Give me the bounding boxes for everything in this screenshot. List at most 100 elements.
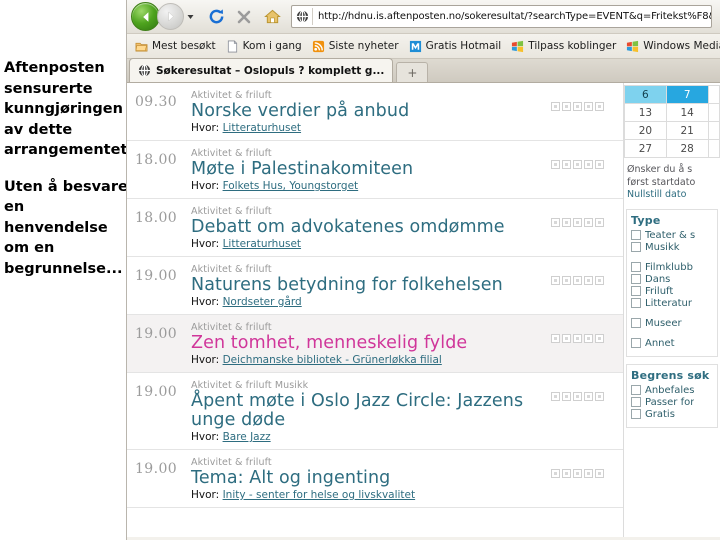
bookmark-windows-media[interactable]: Windows Media bbox=[621, 36, 720, 56]
venue-link[interactable]: Litteraturhuset bbox=[223, 122, 301, 134]
rating-box[interactable] bbox=[584, 102, 593, 111]
rating-box[interactable] bbox=[573, 218, 582, 227]
rating-box[interactable] bbox=[562, 160, 571, 169]
calendar-day[interactable] bbox=[707, 139, 720, 158]
rating-box[interactable] bbox=[562, 469, 571, 478]
checkbox-icon[interactable] bbox=[631, 397, 641, 407]
rating-box[interactable] bbox=[551, 334, 560, 343]
event-row[interactable]: 09.30 Aktivitet & friluft Norske verdier… bbox=[127, 83, 623, 141]
event-rating[interactable] bbox=[551, 264, 623, 285]
venue-link[interactable]: Nordseter gård bbox=[223, 296, 302, 308]
venue-link[interactable]: Bare Jazz bbox=[223, 431, 271, 443]
checkbox-icon[interactable] bbox=[631, 230, 641, 240]
event-rating[interactable] bbox=[551, 457, 623, 478]
event-title[interactable]: Norske verdier på anbud bbox=[191, 102, 545, 121]
calendar-day[interactable]: 28 bbox=[665, 139, 709, 158]
rating-box[interactable] bbox=[584, 160, 593, 169]
rating-box[interactable] bbox=[573, 392, 582, 401]
calendar-day[interactable]: 27 bbox=[624, 139, 667, 158]
checkbox-icon[interactable] bbox=[631, 242, 641, 252]
bookmark-kom-i-gang[interactable]: Kom i gang bbox=[221, 36, 307, 56]
rating-box[interactable] bbox=[551, 218, 560, 227]
home-button[interactable] bbox=[258, 3, 286, 31]
calendar-day[interactable]: 14 bbox=[665, 103, 709, 122]
checkbox-icon[interactable] bbox=[631, 385, 641, 395]
event-row-highlighted[interactable]: 19.00 Aktivitet & friluft Zen tomhet, me… bbox=[127, 315, 623, 373]
filter-checkbox-litteratur[interactable]: Litteratur bbox=[631, 298, 713, 309]
calendar-day[interactable]: 21 bbox=[665, 121, 709, 140]
rating-box[interactable] bbox=[584, 218, 593, 227]
filter-checkbox-anbefales[interactable]: Anbefales bbox=[631, 385, 713, 396]
forward-button[interactable] bbox=[157, 3, 184, 30]
history-dropdown-button[interactable] bbox=[184, 12, 197, 21]
rating-box[interactable] bbox=[551, 160, 560, 169]
rating-box[interactable] bbox=[584, 392, 593, 401]
rating-box[interactable] bbox=[595, 160, 604, 169]
event-title[interactable]: Debatt om advokatenes omdømme bbox=[191, 218, 545, 237]
checkbox-icon[interactable] bbox=[631, 274, 641, 284]
back-button[interactable] bbox=[131, 2, 160, 31]
event-title[interactable]: Naturens betydning for folkehelsen bbox=[191, 276, 545, 295]
calendar-day-selected[interactable]: 7 bbox=[665, 85, 709, 104]
venue-link[interactable]: Deichmanske bibliotek - Grünerløkka fili… bbox=[223, 354, 442, 366]
filter-checkbox-friluft[interactable]: Friluft bbox=[631, 286, 713, 297]
rating-box[interactable] bbox=[595, 218, 604, 227]
calendar-day[interactable] bbox=[707, 85, 720, 104]
rating-box[interactable] bbox=[562, 276, 571, 285]
checkbox-icon[interactable] bbox=[631, 318, 641, 328]
event-rating[interactable] bbox=[551, 206, 623, 227]
bookmark-tilpass-koblinger[interactable]: Tilpass koblinger bbox=[506, 36, 621, 56]
rating-box[interactable] bbox=[595, 392, 604, 401]
filter-checkbox-museer[interactable]: Museer bbox=[631, 318, 713, 329]
calendar-day[interactable]: 20 bbox=[624, 121, 667, 140]
rating-box[interactable] bbox=[573, 276, 582, 285]
event-row[interactable]: 19.00 Aktivitet & friluft Tema: Alt og i… bbox=[127, 450, 623, 508]
rating-box[interactable] bbox=[584, 469, 593, 478]
filter-checkbox-dans[interactable]: Dans bbox=[631, 274, 713, 285]
event-rating[interactable] bbox=[551, 380, 623, 401]
event-title[interactable]: Tema: Alt og ingenting bbox=[191, 469, 545, 488]
filter-checkbox-musikk[interactable]: Musikk bbox=[631, 242, 713, 253]
rating-box[interactable] bbox=[573, 469, 582, 478]
rating-box[interactable] bbox=[595, 469, 604, 478]
reset-date-link[interactable]: Nullstill dato bbox=[627, 189, 686, 200]
filter-checkbox-passer-for[interactable]: Passer for bbox=[631, 397, 713, 408]
event-row[interactable]: 19.00 Aktivitet & friluft Naturens betyd… bbox=[127, 257, 623, 315]
checkbox-icon[interactable] bbox=[631, 409, 641, 419]
bookmark-siste-nyheter[interactable]: Siste nyheter bbox=[307, 36, 404, 56]
rating-box[interactable] bbox=[595, 334, 604, 343]
venue-link[interactable]: Inity - senter for helse og livskvalitet bbox=[223, 489, 416, 501]
rating-box[interactable] bbox=[573, 102, 582, 111]
event-title[interactable]: Åpent møte i Oslo Jazz Circle: Jazzens u… bbox=[191, 392, 545, 430]
rating-box[interactable] bbox=[562, 334, 571, 343]
rating-box[interactable] bbox=[584, 334, 593, 343]
filter-checkbox-gratis[interactable]: Gratis bbox=[631, 409, 713, 420]
rating-box[interactable] bbox=[551, 276, 560, 285]
event-rating[interactable] bbox=[551, 148, 623, 169]
filter-checkbox-annet[interactable]: Annet bbox=[631, 338, 713, 349]
event-row[interactable]: 18.00 Aktivitet & friluft Debatt om advo… bbox=[127, 199, 623, 257]
rating-box[interactable] bbox=[562, 392, 571, 401]
rating-box[interactable] bbox=[562, 102, 571, 111]
event-row[interactable]: 18.00 Aktivitet & friluft Møte i Palesti… bbox=[127, 141, 623, 199]
rating-box[interactable] bbox=[573, 334, 582, 343]
rating-box[interactable] bbox=[551, 102, 560, 111]
calendar-day[interactable] bbox=[707, 103, 720, 122]
rating-box[interactable] bbox=[562, 218, 571, 227]
checkbox-icon[interactable] bbox=[631, 338, 641, 348]
rating-box[interactable] bbox=[584, 276, 593, 285]
event-title[interactable]: Møte i Palestinakomiteen bbox=[191, 160, 545, 179]
checkbox-icon[interactable] bbox=[631, 298, 641, 308]
tab-sokeresultat[interactable]: Søkeresultat – Oslopuls ? komplett g... bbox=[129, 58, 394, 82]
rating-box[interactable] bbox=[595, 276, 604, 285]
checkbox-icon[interactable] bbox=[631, 286, 641, 296]
date-picker-calendar[interactable]: 6 7 13 14 20 21 27 28 bbox=[624, 85, 720, 158]
filter-checkbox-teater[interactable]: Teater & s bbox=[631, 230, 713, 241]
calendar-day[interactable] bbox=[707, 121, 720, 140]
checkbox-icon[interactable] bbox=[631, 262, 641, 272]
address-bar[interactable]: http://hdnu.is.aftenposten.no/sokeresult… bbox=[291, 5, 712, 28]
bookmark-mest-besokt[interactable]: Mest besøkt bbox=[130, 36, 221, 56]
reload-button[interactable] bbox=[202, 3, 230, 31]
event-row[interactable]: 19.00 Aktivitet & friluft Musikk Åpent m… bbox=[127, 373, 623, 450]
filter-checkbox-filmklubb[interactable]: Filmklubb bbox=[631, 262, 713, 273]
